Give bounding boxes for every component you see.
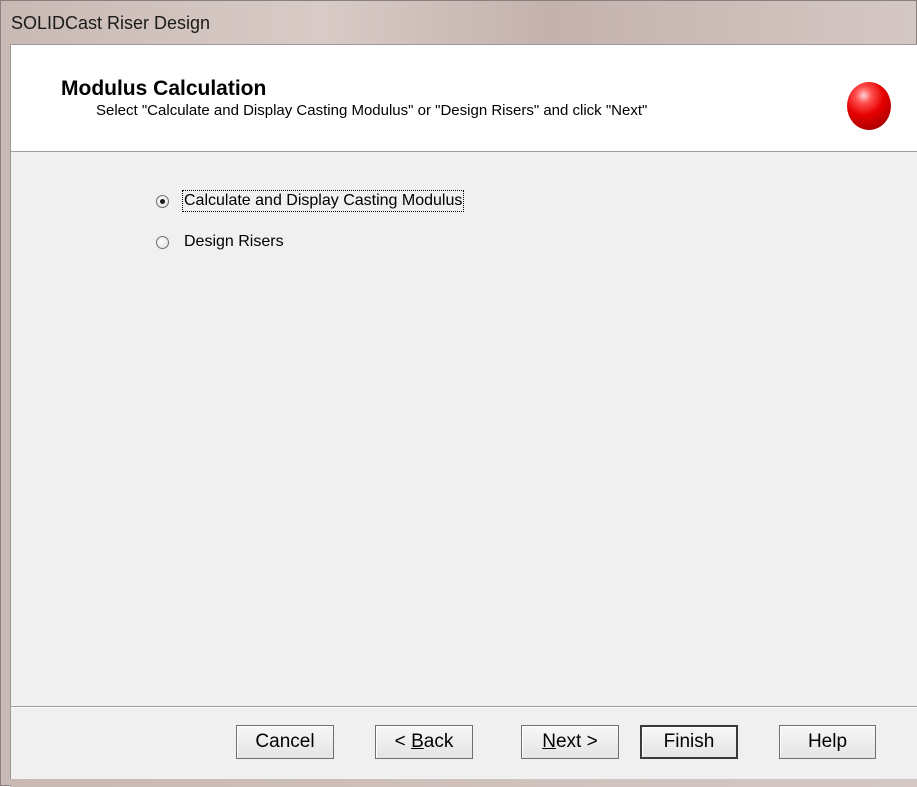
- window-title: SOLIDCast Riser Design: [11, 13, 211, 33]
- page-title: Modulus Calculation: [61, 77, 267, 100]
- red-ball-icon: [847, 82, 891, 130]
- help-button[interactable]: Help: [779, 725, 876, 759]
- wizard-client-area: Modulus Calculation Select "Calculate an…: [10, 44, 917, 779]
- next-mnemonic: N: [542, 731, 556, 752]
- radio-button-unchecked[interactable]: [156, 236, 169, 249]
- option-label[interactable]: Calculate and Display Casting Modulus: [181, 190, 465, 212]
- next-button[interactable]: Next >: [521, 725, 619, 759]
- option-label[interactable]: Design Risers: [183, 232, 285, 252]
- cancel-button[interactable]: Cancel: [236, 725, 334, 759]
- radio-button-checked[interactable]: [156, 195, 169, 208]
- footer-separator: [11, 706, 917, 708]
- back-mnemonic: B: [411, 731, 424, 752]
- back-arrow-glyph: <: [394, 731, 406, 752]
- next-arrow-glyph: >: [586, 731, 598, 752]
- back-button[interactable]: < Back: [375, 725, 473, 759]
- next-label-rest: ext: [555, 731, 582, 752]
- back-label-rest: ack: [423, 731, 454, 752]
- wizard-header: Modulus Calculation Select "Calculate an…: [11, 45, 917, 152]
- wizard-window: SOLIDCast Riser Design Modulus Calculati…: [0, 0, 917, 787]
- page-instructions: Select "Calculate and Display Casting Mo…: [96, 102, 648, 119]
- finish-button[interactable]: Finish: [640, 725, 738, 759]
- title-bar[interactable]: SOLIDCast Riser Design: [1, 1, 917, 43]
